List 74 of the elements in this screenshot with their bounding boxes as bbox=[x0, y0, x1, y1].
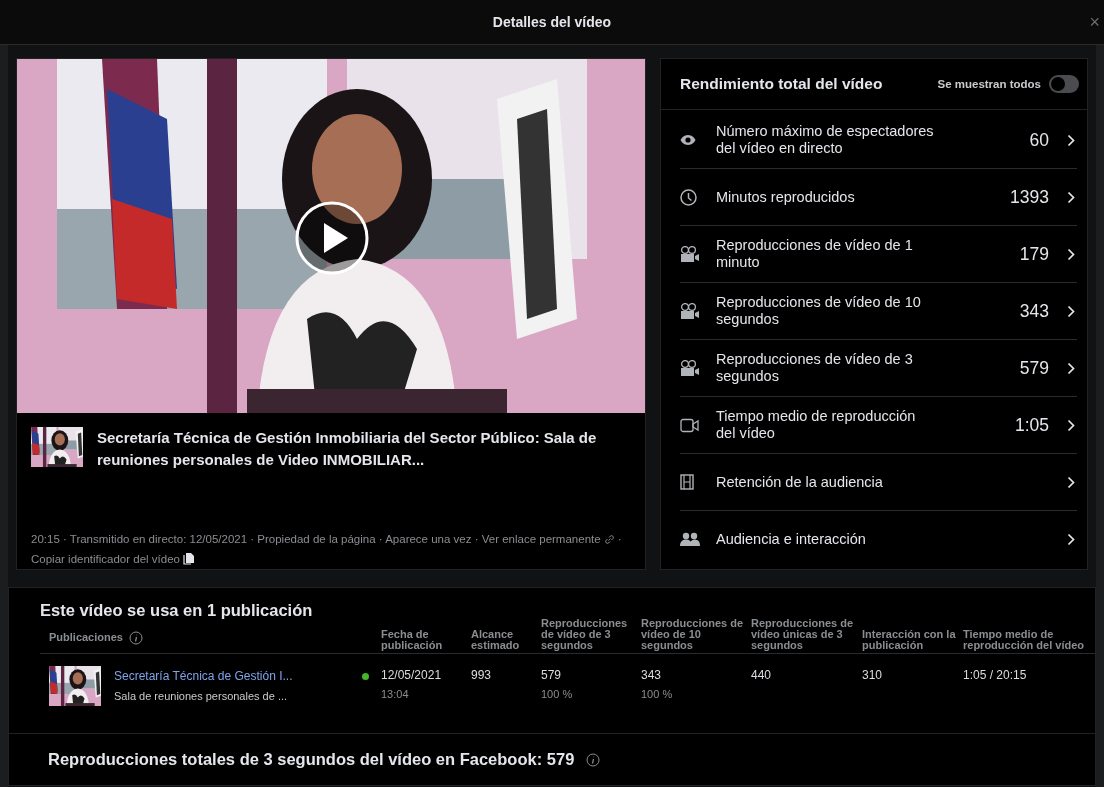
info-icon[interactable] bbox=[129, 630, 143, 645]
chevron-icon[interactable] bbox=[1067, 532, 1075, 546]
column-header: Publicaciones bbox=[49, 632, 123, 643]
table-cell: 1:05 / 20:15 bbox=[963, 668, 1027, 682]
metric-label: Audiencia e interacción bbox=[716, 530, 867, 548]
table-cell: 579 bbox=[541, 668, 562, 682]
eye-icon bbox=[680, 134, 696, 146]
metric-label: Reproducciones de vídeo de 10 segundos bbox=[716, 294, 922, 328]
table-cell-text: 100 % bbox=[641, 687, 674, 701]
toggle-label: Se muestran todos bbox=[937, 78, 1041, 90]
movie-camera-icon bbox=[680, 359, 700, 377]
column-header: Alcance estimado bbox=[471, 627, 521, 653]
metric-label: Reproducciones de vídeo de 3 segundos bbox=[716, 351, 914, 385]
table-cell: 440 bbox=[751, 668, 772, 682]
metric-row[interactable]: Reproducciones de vídeo de 3 segundos 579 bbox=[680, 340, 1077, 397]
metric-label: Tiempo medio de reproducción del vídeo bbox=[716, 408, 917, 442]
toggle-switch[interactable] bbox=[1049, 75, 1079, 93]
metric-row[interactable]: Minutos reproducidos 1393 bbox=[680, 169, 1077, 226]
metric-row[interactable]: Número máximo de espectadores del vídeo en directo 60 bbox=[680, 112, 1077, 169]
column-header: Reproducciones de vídeo únicas de 3 segundos bbox=[751, 620, 855, 653]
table-cell: 993 bbox=[471, 668, 492, 682]
metric-value: 179 bbox=[1019, 243, 1049, 265]
permalink-link[interactable]: Ver enlace permanente bbox=[481, 533, 615, 545]
people-icon bbox=[680, 532, 700, 546]
table-cell-text: 13:04 bbox=[381, 687, 410, 701]
chevron-icon[interactable] bbox=[1067, 304, 1075, 318]
metric-value: 60 bbox=[1029, 129, 1049, 151]
metric-label: Retención de la audiencia bbox=[716, 473, 884, 491]
column-header: Reproducciones de vídeo de 10 segundos bbox=[641, 620, 745, 653]
metric-label: Minutos reproducidos bbox=[716, 188, 856, 206]
metric-row[interactable]: Tiempo medio de reproducción del vídeo 1:05 bbox=[680, 397, 1077, 454]
metric-row[interactable]: Reproducciones de vídeo de 1 minuto 179 bbox=[680, 226, 1077, 283]
link-icon bbox=[603, 534, 615, 545]
column-header: Fecha de publicación bbox=[381, 627, 444, 653]
metric-label: Número máximo de espectadores del vídeo en directo bbox=[716, 123, 935, 157]
table-cell: 310 bbox=[862, 668, 883, 682]
play-button[interactable] bbox=[295, 201, 369, 275]
column-header: Tiempo medio de reproducción del vídeo bbox=[963, 627, 1086, 653]
column-header: Reproducciones de vídeo de 3 segundos bbox=[541, 620, 629, 653]
metric-value: 579 bbox=[1019, 357, 1049, 379]
table-cell: 12/05/2021 bbox=[381, 668, 442, 682]
metric-value: 343 bbox=[1019, 300, 1049, 322]
chevron-icon[interactable] bbox=[1067, 418, 1075, 432]
chevron-icon[interactable] bbox=[1067, 475, 1075, 489]
window-title: Detalles del vídeo bbox=[492, 14, 612, 30]
total-views-text: Reproducciones totales de 3 segundos del vídeo en Facebook: 579 bbox=[48, 750, 575, 769]
metric-row[interactable]: Audiencia e interacción bbox=[680, 511, 1077, 567]
table-cell-text: 100 % bbox=[541, 687, 574, 701]
panel-title: Rendimiento total del vídeo bbox=[680, 75, 884, 93]
table-cell: 343 bbox=[641, 668, 662, 682]
info-icon[interactable] bbox=[586, 752, 601, 767]
metric-value: 1393 bbox=[1010, 186, 1049, 208]
chevron-icon[interactable] bbox=[1067, 133, 1075, 147]
metric-row[interactable]: Retención de la audiencia bbox=[680, 454, 1077, 511]
metric-row[interactable]: Reproducciones de vídeo de 10 segundos 343 bbox=[680, 283, 1077, 340]
film-icon bbox=[680, 474, 694, 490]
close-button[interactable]: × bbox=[1089, 12, 1100, 33]
copy-icon bbox=[182, 553, 194, 565]
metric-value: 1:05 bbox=[1014, 414, 1049, 436]
chevron-icon[interactable] bbox=[1067, 247, 1075, 261]
video-meta: 20:15 · Transmitido en directo: 12/05/2021 · Propiedad de la página · Aparece una vez · Ver enlace permanente · Copiar identificador del vídeo bbox=[31, 532, 623, 567]
movie-camera-icon bbox=[680, 302, 700, 320]
chevron-icon[interactable] bbox=[1067, 361, 1075, 375]
post-title-link[interactable]: Secretaría Técnica de Gestión I... bbox=[114, 669, 293, 683]
video-camera-icon bbox=[680, 417, 700, 433]
copy-id-link[interactable]: Copiar identificador del vídeo bbox=[31, 553, 194, 565]
metric-label: Reproducciones de vídeo de 1 minuto bbox=[716, 237, 914, 271]
clock-icon bbox=[680, 188, 697, 206]
movie-camera-icon bbox=[680, 245, 700, 263]
post-subtitle: Sala de reuniones personales de ... bbox=[114, 690, 289, 702]
video-title: Secretaría Técnica de Gestión Inmobiliaria del Sector Público: Sala de reuniones personales de Video INMOBILIAR... bbox=[97, 428, 598, 470]
column-header: Interacción con la publicación bbox=[862, 627, 957, 653]
chevron-icon[interactable] bbox=[1067, 190, 1075, 204]
section-title: Este vídeo se usa en 1 publicación bbox=[39, 600, 314, 620]
